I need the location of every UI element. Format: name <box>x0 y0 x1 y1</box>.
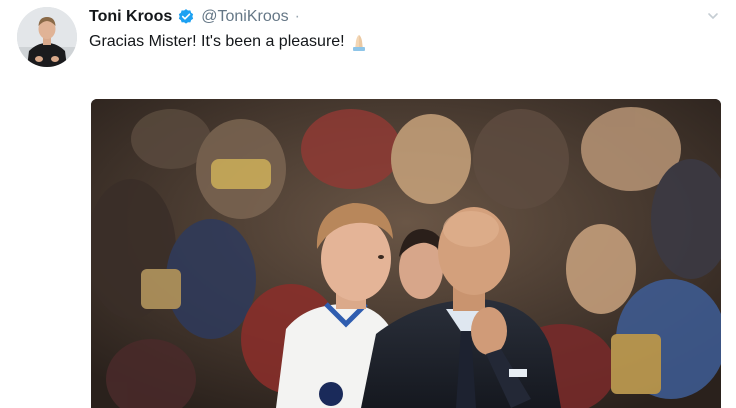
tweet-card: Toni Kroos @ToniKroos · Gracias Mister! … <box>0 0 736 408</box>
chevron-down-icon[interactable] <box>706 9 720 23</box>
verified-badge-icon <box>177 8 195 26</box>
display-name[interactable]: Toni Kroos <box>89 8 172 26</box>
user-handle[interactable]: @ToniKroos <box>201 8 288 26</box>
tweet-text-row: Gracias Mister! It's been a pleasure! <box>89 33 370 51</box>
tweet-header: Toni Kroos @ToniKroos · <box>89 6 300 28</box>
folded-hands-emoji <box>348 33 370 51</box>
tweet-photo[interactable] <box>91 99 721 408</box>
separator-dot: · <box>294 8 300 25</box>
tweet-text: Gracias Mister! It's been a pleasure! <box>89 33 345 50</box>
avatar[interactable] <box>17 7 77 67</box>
